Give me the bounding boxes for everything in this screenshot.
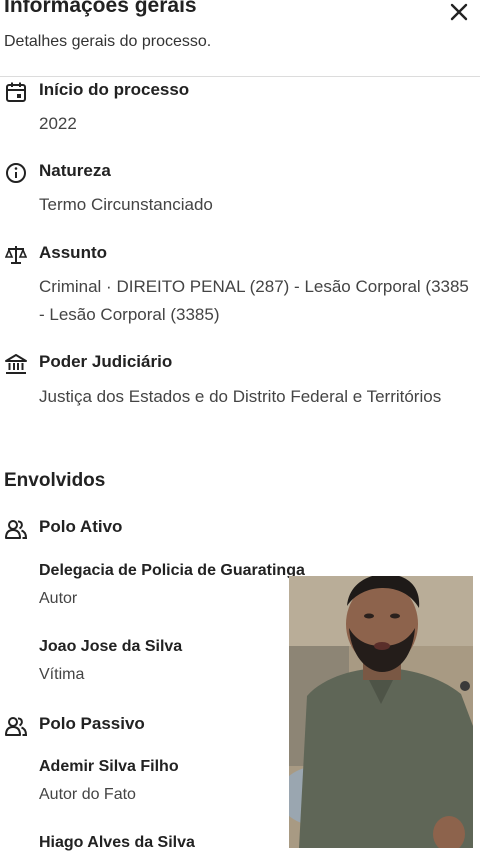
users-icon	[5, 520, 27, 539]
detail-judiciary: Poder Judiciário	[0, 351, 480, 375]
info-icon	[6, 163, 26, 183]
courthouse-icon	[5, 354, 27, 374]
person-role: Autor do Fato	[39, 786, 136, 803]
sheet-header: Informações gerais Detalhes gerais do pr…	[0, 0, 480, 77]
detail-value: Termo Circunstanciado	[39, 195, 213, 214]
detail-label: Assunto	[39, 243, 107, 262]
person-name: Hiago Alves da Silva	[39, 834, 195, 851]
calendar-icon	[6, 82, 26, 102]
detail-value: 2022	[39, 114, 77, 133]
polo-ativo-header: Polo Ativo	[0, 516, 480, 540]
close-icon[interactable]	[447, 0, 471, 24]
involved-title: Envolvidos	[4, 470, 106, 491]
sheet-title: Informações gerais	[4, 0, 197, 17]
video-overlay[interactable]	[289, 576, 473, 848]
scales-icon	[5, 246, 27, 264]
person-name: Ademir Silva Filho	[39, 758, 179, 775]
person-name: Joao Jose da Silva	[39, 638, 183, 655]
detail-value: Criminal · DIREITO PENAL (287) - Lesão C…	[39, 277, 469, 324]
users-icon	[5, 717, 27, 736]
detail-nature: Natureza	[0, 160, 480, 184]
detail-start-date: Início do processo	[0, 79, 480, 103]
speaker-video-frame	[289, 576, 473, 848]
polo-ativo-label: Polo Ativo	[39, 517, 123, 536]
detail-value: Justiça dos Estados e do Distrito Federa…	[39, 387, 442, 406]
polo-passivo-label: Polo Passivo	[39, 714, 145, 733]
person-role: Vítima	[39, 666, 85, 683]
person-role: Autor	[39, 590, 78, 607]
person-name: Delegacia de Policia de Guaratinga	[39, 562, 305, 579]
detail-subject: Assunto	[0, 242, 480, 266]
detail-label: Natureza	[39, 161, 111, 180]
sheet-subtitle: Detalhes gerais do processo.	[4, 33, 212, 50]
detail-label: Poder Judiciário	[39, 352, 173, 371]
detail-label: Início do processo	[39, 80, 190, 99]
